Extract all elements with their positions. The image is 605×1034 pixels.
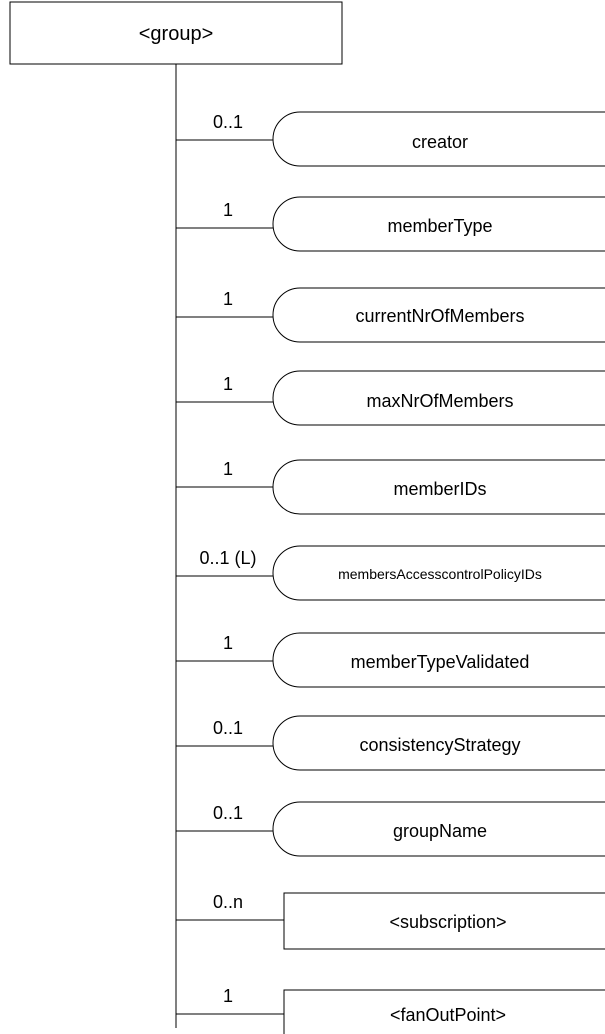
child-label: maxNrOfMembers <box>366 391 513 411</box>
cardinality-label: 1 <box>223 200 233 220</box>
child-node: 1 memberIDs <box>176 459 605 515</box>
child-node: 0..1 groupName <box>176 801 605 857</box>
child-label: memberIDs <box>393 479 486 499</box>
child-label: memberType <box>387 216 492 236</box>
children-list: 0..1 creator 1 memberType 1 currentNrOfMember… <box>176 111 605 1034</box>
cardinality-label: 1 <box>223 459 233 479</box>
resource-tree-diagram: <group> 0..1 creator 1 memberType 1 currentNr… <box>9 1 605 1034</box>
child-node: 0..n <subscription> <box>176 892 605 950</box>
child-node: 1 maxNrOfMembers <box>176 370 605 426</box>
cardinality-label: 0..n <box>213 892 243 912</box>
cardinality-label: 1 <box>223 374 233 394</box>
child-node: 0..1 (L) membersAccesscontrolPolicyIDs <box>176 545 605 601</box>
cardinality-label: 1 <box>223 986 233 1006</box>
child-node: 0..1 creator <box>176 111 605 167</box>
child-node: 1 <fanOutPoint> <box>176 986 605 1034</box>
cardinality-label: 1 <box>223 633 233 653</box>
root-label: <group> <box>139 23 214 45</box>
cardinality-label: 0..1 (L) <box>199 548 256 568</box>
child-label: currentNrOfMembers <box>355 306 524 326</box>
child-label: <fanOutPoint> <box>390 1005 506 1025</box>
cardinality-label: 0..1 <box>213 718 243 738</box>
child-label: creator <box>412 132 468 152</box>
child-label: memberTypeValidated <box>351 652 530 672</box>
child-node: 1 currentNrOfMembers <box>176 287 605 343</box>
child-label: membersAccesscontrolPolicyIDs <box>338 566 542 582</box>
child-node: 0..1 consistencyStrategy <box>176 715 605 771</box>
child-node: 1 memberType <box>176 196 605 252</box>
child-node: 1 memberTypeValidated <box>176 632 605 688</box>
cardinality-label: 1 <box>223 289 233 309</box>
cardinality-label: 0..1 <box>213 803 243 823</box>
child-label: <subscription> <box>389 912 506 932</box>
cardinality-label: 0..1 <box>213 112 243 132</box>
child-label: groupName <box>393 821 487 841</box>
child-label: consistencyStrategy <box>359 735 520 755</box>
